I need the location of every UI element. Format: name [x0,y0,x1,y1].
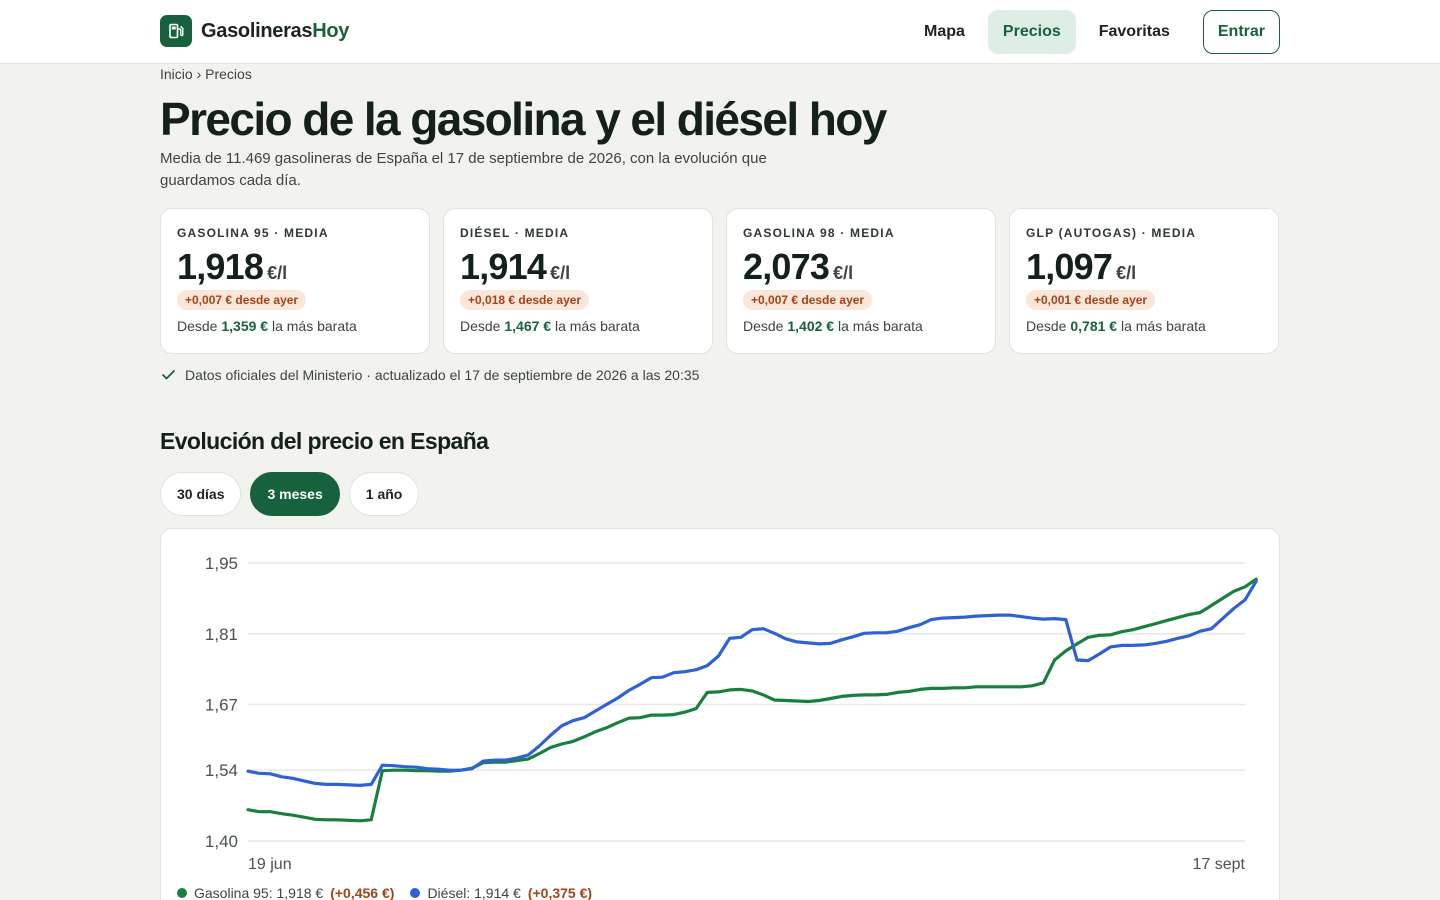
range-3-meses[interactable]: 3 meses [250,472,340,516]
card-price: 2,073 [743,246,830,287]
nav-mapa[interactable]: Mapa [909,10,980,54]
card-label: DIÉSEL · MEDIA [460,226,570,240]
card-min-price: Desde 0,781 € la más barata [1026,318,1206,334]
series-line-diesel [246,579,1258,787]
check-icon [162,370,175,380]
evolution-section-title: Evolución del precio en España [160,428,489,454]
login-button[interactable]: Entrar [1202,10,1280,54]
main-nav: Mapa Precios Favoritas Entrar [909,10,1280,54]
card-delta-badge: +0,007 € desde ayer [743,290,873,310]
y-tick-label: 1,81 [205,625,238,644]
x-tick-label-end: 17 sept [1193,856,1246,873]
price-evolution-chart: 1,95 1,81 1,67 1,54 1,40 19 jun 17 sept [205,554,1258,873]
card-delta-badge: +0,018 € desde ayer [460,290,590,310]
brand-logo[interactable]: GasolinerasHoy [160,15,349,47]
card-unit: €/l [267,263,288,283]
price-card-glp: GLP (AUTOGAS) · MEDIA 1,097 €/l +0,001 € … [1009,208,1279,354]
price-chart-card: 1,95 1,81 1,67 1,54 1,40 19 jun 17 sept Gasoli… [160,528,1280,900]
card-price: 1,918 [177,246,264,287]
card-unit: €/l [1116,263,1137,283]
card-price: 1,097 [1026,246,1113,287]
breadcrumb: Inicio › Precios [160,66,252,82]
price-card-gasolina98: GASOLINA 98 · MEDIA 2,073 €/l +0,007 € de… [726,208,996,354]
price-card-diesel: DIÉSEL · MEDIA 1,914 €/l +0,018 € desde a… [443,208,713,354]
official-note-text: Datos oficiales del Ministerio · actuali… [185,366,700,383]
price-cards: GASOLINA 95 · MEDIA 1,918 €/l +0,007 € de… [160,208,1279,354]
x-tick-label-start: 19 jun [248,856,292,873]
card-label: GASOLINA 98 · MEDIA [743,226,895,240]
official-data-note: Datos oficiales del Ministerio · actuali… [160,366,699,383]
legend-dot-diesel [410,888,421,898]
y-tick-label: 1,54 [205,761,238,780]
card-min-price: Desde 1,402 € la más barata [743,318,923,334]
chart-legend: Gasolina 95: 1,918 € (+0,456 €) Diésel: 1… [177,885,592,900]
range-1-ano[interactable]: 1 año [348,472,420,516]
card-price: 1,914 [460,246,547,287]
y-tick-label: 1,67 [205,696,238,715]
card-delta-badge: +0,007 € desde ayer [177,290,307,310]
range-selector: 30 días 3 meses 1 año [160,472,420,516]
legend-dot-gasolina95 [177,888,187,898]
legend-gasolina95: Gasolina 95: 1,918 € (+0,456 €) [177,885,394,900]
brand-name: GasolinerasHoy [201,19,350,42]
card-min-price: Desde 1,359 € la más barata [177,318,357,334]
fuel-pump-icon [160,15,192,47]
card-label: GASOLINA 95 · MEDIA [177,226,329,240]
card-unit: €/l [550,263,571,283]
breadcrumb-home[interactable]: Inicio [160,66,193,82]
card-unit: €/l [833,263,854,283]
page-subtitle: Media de 11.469 gasolineras de España el… [160,150,767,189]
nav-favoritas[interactable]: Favoritas [1084,10,1185,54]
series-line-gasolina95 [246,577,1258,823]
nav-precios[interactable]: Precios [987,10,1076,54]
y-tick-label: 1,40 [205,832,238,851]
breadcrumb-current: Precios [205,66,252,82]
legend-diesel: Diésel: 1,914 € (+0,375 €) [410,885,592,900]
y-tick-label: 1,95 [205,554,238,573]
page-title: Precio de la gasolina y el diésel hoy [160,93,887,145]
top-bar: GasolinerasHoy Mapa Precios Favoritas En… [0,0,1440,64]
range-30-dias[interactable]: 30 días [160,472,242,516]
card-min-price: Desde 1,467 € la más barata [460,318,640,334]
card-label: GLP (AUTOGAS) · MEDIA [1026,226,1197,240]
price-card-gasolina95: GASOLINA 95 · MEDIA 1,918 €/l +0,007 € de… [160,208,430,354]
breadcrumb-separator: › [196,66,202,82]
card-delta-badge: +0,001 € desde ayer [1026,290,1156,310]
